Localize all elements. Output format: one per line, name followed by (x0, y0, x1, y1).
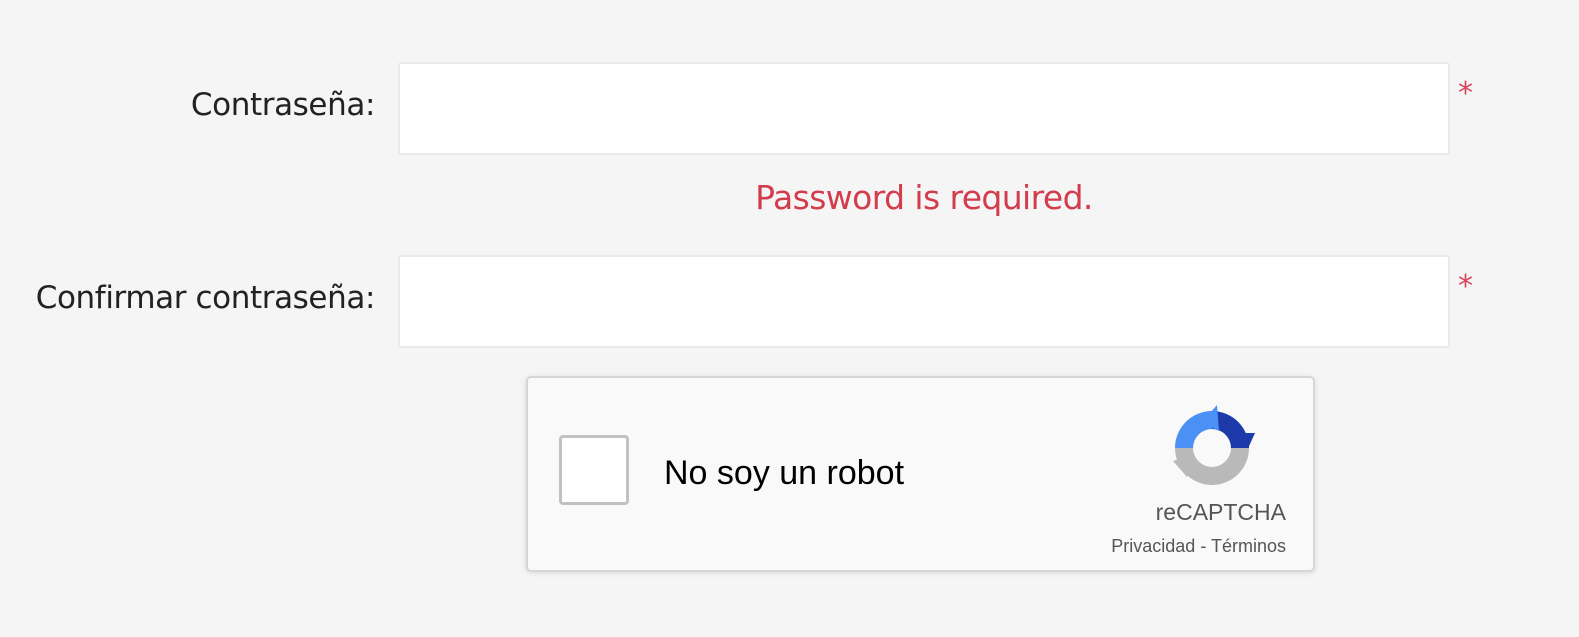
confirm-password-label: Confirmar contraseña: (35, 280, 376, 316)
password-label: Contraseña: (190, 87, 375, 123)
recaptcha-checkbox[interactable] (559, 435, 629, 505)
password-required-mark: * (1458, 76, 1473, 111)
confirm-password-required-mark: * (1458, 269, 1473, 304)
recaptcha-privacy-link[interactable]: Privacidad (1111, 536, 1195, 556)
recaptcha-brand: reCAPTCHA (1155, 499, 1286, 525)
recaptcha-terms-link[interactable]: Términos (1211, 536, 1286, 556)
recaptcha-links-separator: - (1195, 536, 1211, 556)
recaptcha-links: Privacidad - Términos (1111, 536, 1286, 557)
recaptcha-checkbox-label: No soy un robot (664, 454, 905, 492)
confirm-password-input[interactable] (398, 255, 1450, 348)
recaptcha-widget: No soy un robot reCAPTCHA Privacidad - T… (526, 376, 1315, 572)
password-input[interactable] (398, 62, 1450, 155)
recaptcha-logo-icon (1173, 405, 1255, 485)
password-error-message: Password is required. (755, 178, 1093, 217)
